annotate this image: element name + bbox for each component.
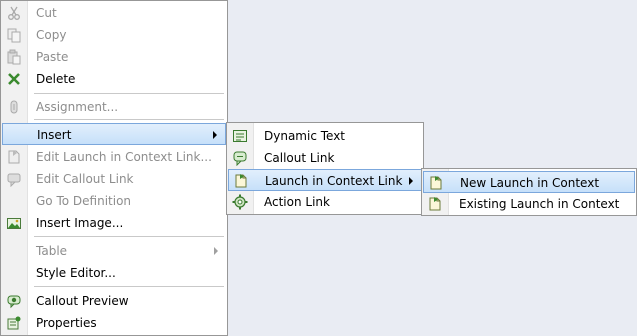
menu-item-insert-image[interactable]: Insert Image... <box>2 212 226 234</box>
menu-item-label: New Launch in Context <box>460 176 600 190</box>
menu-item-callout-preview[interactable]: Callout Preview <box>2 290 226 312</box>
submenu-arrow-icon <box>214 247 218 255</box>
menu-item-table[interactable]: Table <box>2 240 226 262</box>
menu-item-go-to-definition[interactable]: Go To Definition <box>2 190 226 212</box>
new-document-icon <box>428 175 444 191</box>
assignment-icon <box>6 99 22 115</box>
menu-item-label: Cut <box>36 6 57 20</box>
image-icon <box>6 215 22 231</box>
menu-item-label: Table <box>36 244 68 258</box>
insert-submenu: Dynamic Text Callout Link Launch in Cont… <box>226 122 424 215</box>
menu-item-style-editor[interactable]: Style Editor... <box>2 262 226 284</box>
menu-item-label: Dynamic Text <box>264 129 346 143</box>
submenu-item-callout-link[interactable]: Callout Link <box>228 147 422 169</box>
menu-item-label: Delete <box>36 72 76 86</box>
menu-item-assignment[interactable]: Assignment... <box>2 96 226 118</box>
menu-item-label: Callout Link <box>264 151 335 165</box>
menu-item-label: Properties <box>36 316 97 330</box>
callout-icon <box>232 150 248 166</box>
menu-separator <box>34 93 224 94</box>
submenu-arrow-icon <box>213 131 217 139</box>
menu-item-label: Edit Callout Link <box>36 172 134 186</box>
submenu-item-action-link[interactable]: Action Link <box>228 191 422 213</box>
menu-item-delete[interactable]: Delete <box>2 68 226 90</box>
text-field-icon <box>232 128 248 144</box>
copy-icon <box>6 27 22 43</box>
menu-item-edit-launch[interactable]: Edit Launch in Context Link... <box>2 146 226 168</box>
menu-item-label: Copy <box>36 28 67 42</box>
document-icon <box>233 173 249 189</box>
menu-separator <box>34 119 224 120</box>
menu-item-label: Insert Image... <box>36 216 124 230</box>
menu-item-label: Assignment... <box>36 100 119 114</box>
menu-item-paste[interactable]: Paste <box>2 46 226 68</box>
menu-item-label: Callout Preview <box>36 294 129 308</box>
menu-item-copy[interactable]: Copy <box>2 24 226 46</box>
scissors-icon <box>6 5 22 21</box>
menu-item-insert[interactable]: Insert <box>2 123 226 145</box>
menu-item-label: Existing Launch in Context <box>459 197 620 211</box>
properties-icon <box>6 315 22 331</box>
menu-item-label: Launch in Context Link <box>265 174 403 188</box>
menu-item-label: Action Link <box>264 195 330 209</box>
menu-item-label: Insert <box>37 128 72 142</box>
delete-x-icon <box>6 71 22 87</box>
menu-item-cut[interactable]: Cut <box>2 2 226 24</box>
edit-callout-icon <box>6 171 22 187</box>
existing-document-icon <box>427 196 443 212</box>
menu-item-label: Edit Launch in Context Link... <box>36 150 212 164</box>
paste-icon <box>6 49 22 65</box>
edit-launch-icon <box>6 149 22 165</box>
menu-item-properties[interactable]: Properties <box>2 312 226 334</box>
menu-item-edit-callout[interactable]: Edit Callout Link <box>2 168 226 190</box>
eye-icon <box>6 293 22 309</box>
gear-icon <box>232 194 248 210</box>
menu-item-label: Style Editor... <box>36 266 116 280</box>
menu-item-label: Paste <box>36 50 69 64</box>
submenu-item-existing-launch[interactable]: Existing Launch in Context <box>423 193 635 215</box>
menu-item-label: Go To Definition <box>36 194 132 208</box>
menu-separator <box>34 236 224 237</box>
submenu-item-dynamic-text[interactable]: Dynamic Text <box>228 125 422 147</box>
menu-separator <box>34 286 224 287</box>
launch-in-context-submenu: New Launch in Context Existing Launch in… <box>421 168 637 216</box>
submenu-arrow-icon <box>409 177 413 185</box>
submenu-item-launch-in-context-link[interactable]: Launch in Context Link <box>228 169 422 191</box>
submenu-item-new-launch[interactable]: New Launch in Context <box>423 171 635 193</box>
context-menu: Cut Copy Paste Delete Assignment... Inse… <box>0 0 228 336</box>
